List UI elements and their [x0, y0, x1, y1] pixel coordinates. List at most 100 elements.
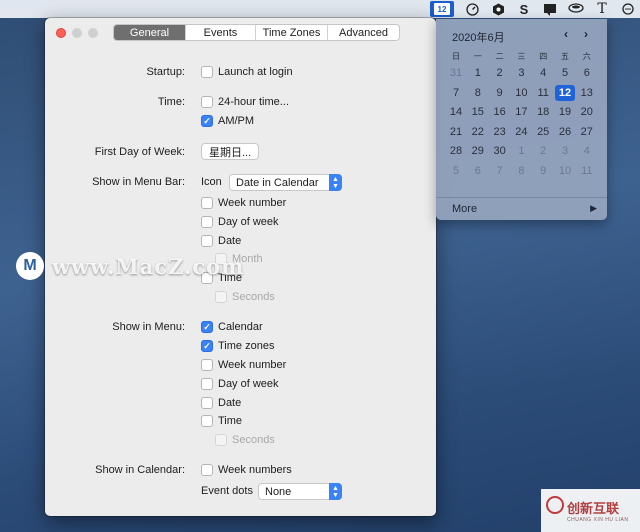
calendar-day[interactable]: 10 [555, 163, 575, 179]
checkbox-box[interactable] [201, 115, 213, 127]
calendar-day[interactable]: 11 [533, 85, 553, 101]
calendar-day[interactable]: 5 [446, 163, 466, 179]
calendar-day[interactable]: 8 [468, 85, 488, 101]
watermark-logo: M [16, 252, 44, 280]
menubar-calendar-item[interactable]: 12 [430, 1, 454, 17]
icon-style-popup[interactable]: Date in Calendar ▲ ▼ [229, 174, 342, 191]
menu-day-of-week-checkbox[interactable]: Day of week [201, 378, 279, 390]
calendar-day[interactable]: 7 [490, 163, 510, 179]
calendar-day[interactable]: 9 [533, 163, 553, 179]
week-numbers-checkbox[interactable]: Week numbers [201, 464, 292, 476]
am-pm-checkbox[interactable]: AM/PM [201, 115, 254, 127]
cup-icon[interactable] [568, 2, 584, 16]
calendar-day[interactable]: 6 [468, 163, 488, 179]
calendar-day[interactable]: 8 [511, 163, 531, 179]
checkbox-box[interactable] [201, 321, 213, 333]
calendar-day[interactable]: 9 [490, 85, 510, 101]
24-hour-time-checkbox[interactable]: 24-hour time... [201, 96, 289, 108]
checkbox-box[interactable] [201, 340, 213, 352]
calendar-day[interactable]: 30 [490, 143, 510, 159]
calendar-day[interactable]: 4 [577, 143, 597, 159]
calendar-day[interactable]: 23 [490, 124, 510, 140]
calendar-day[interactable]: 22 [468, 124, 488, 140]
checkbox-box[interactable] [201, 378, 213, 390]
checkbox-box[interactable] [201, 235, 213, 247]
more-menu-item[interactable]: More [452, 203, 477, 215]
tab-general[interactable]: General [114, 25, 186, 40]
checkbox-box[interactable] [201, 464, 213, 476]
checkbox-box[interactable] [201, 359, 213, 371]
checkbox-box[interactable] [201, 216, 213, 228]
calendar-day[interactable]: 4 [533, 65, 553, 81]
menubar-date-checkbox[interactable]: Date [201, 235, 241, 247]
calendar-day[interactable]: 19 [555, 104, 575, 120]
typeface-icon[interactable]: T [594, 1, 610, 17]
calendar-day[interactable]: 3 [555, 143, 575, 159]
calendar-day[interactable]: 15 [468, 104, 488, 120]
minimize-button[interactable] [72, 28, 82, 38]
zoom-button[interactable] [88, 28, 98, 38]
menu-date-checkbox[interactable]: Date [201, 397, 241, 409]
menu-week-number-checkbox[interactable]: Week number [201, 359, 286, 371]
menu-time-zones-checkbox[interactable]: Time zones [201, 340, 274, 352]
menu-time-checkbox[interactable]: Time [201, 415, 242, 427]
menubar-week-number-checkbox[interactable]: Week number [201, 197, 286, 209]
calendar-day[interactable]: 1 [468, 65, 488, 81]
tab-advanced[interactable]: Advanced [328, 25, 399, 40]
calendar-day[interactable]: 16 [490, 104, 510, 120]
calendar-day[interactable]: 1 [511, 143, 531, 159]
calendar-day[interactable]: 24 [511, 124, 531, 140]
corner-watermark-text: 创新互联 [567, 501, 620, 516]
calendar-day[interactable]: 10 [511, 85, 531, 101]
close-button[interactable] [56, 28, 66, 38]
first-day-of-week-button[interactable]: 星期日... [201, 143, 260, 160]
calendar-day[interactable]: 18 [533, 104, 553, 120]
calendar-day[interactable]: 12 [555, 84, 575, 101]
calendar-day[interactable]: 14 [446, 104, 466, 120]
calendar-day[interactable]: 17 [511, 104, 531, 120]
hexagon-icon[interactable] [490, 2, 506, 16]
menubar-day-of-week-checkbox[interactable]: Day of week [201, 216, 279, 228]
menu-calendar-checkbox[interactable]: Calendar [201, 321, 263, 333]
checkbox-label: Launch at login [218, 66, 293, 78]
event-dots-popup[interactable]: None ▲ ▼ [258, 483, 342, 500]
checkbox-box[interactable] [201, 66, 213, 78]
time-label: Time: [157, 96, 185, 108]
chat-icon[interactable] [620, 2, 636, 16]
slack-icon[interactable] [542, 2, 558, 16]
calendar-day[interactable]: 5 [555, 65, 575, 81]
calendar-day[interactable]: 26 [555, 124, 575, 140]
launch-at-login-checkbox[interactable]: Launch at login [201, 66, 293, 78]
startup-label: Startup: [146, 66, 185, 78]
calendar-day[interactable]: 7 [446, 85, 466, 101]
calendar-day[interactable]: 31 [446, 65, 466, 81]
s-app-icon[interactable]: S [516, 2, 532, 17]
show-in-menu-label: Show in Menu: [112, 321, 185, 333]
tab-time-zones[interactable]: Time Zones [256, 25, 328, 40]
calendar-day[interactable]: 6 [577, 65, 597, 81]
checkbox-box[interactable] [201, 415, 213, 427]
weekday-header: 三 [517, 52, 526, 61]
calendar-day[interactable]: 25 [533, 124, 553, 140]
calendar-day[interactable]: 29 [468, 143, 488, 159]
speedometer-icon[interactable] [464, 2, 480, 16]
checkbox-box[interactable] [201, 197, 213, 209]
calendar-day[interactable]: 11 [577, 163, 597, 179]
calendar-day[interactable]: 13 [577, 85, 597, 101]
weekday-header: 五 [561, 52, 569, 61]
calendar-day[interactable]: 20 [577, 104, 597, 120]
previous-month-button[interactable]: ‹ [564, 27, 568, 41]
checkbox-label: Time zones [218, 340, 275, 352]
calendar-day[interactable]: 2 [533, 143, 553, 159]
checkbox-box[interactable] [201, 397, 213, 409]
event-dots-label-text: Event dots [201, 485, 253, 497]
calendar-day[interactable]: 2 [490, 65, 510, 81]
calendar-day[interactable]: 3 [511, 65, 531, 81]
tab-events[interactable]: Events [186, 25, 256, 40]
calendar-day[interactable]: 27 [577, 124, 597, 140]
calendar-day[interactable]: 28 [446, 143, 466, 159]
calendar-day[interactable]: 21 [446, 124, 466, 140]
checkbox-box[interactable] [201, 96, 213, 108]
watermark-logo-letter: M [23, 257, 37, 274]
next-month-button[interactable]: › [584, 27, 588, 41]
